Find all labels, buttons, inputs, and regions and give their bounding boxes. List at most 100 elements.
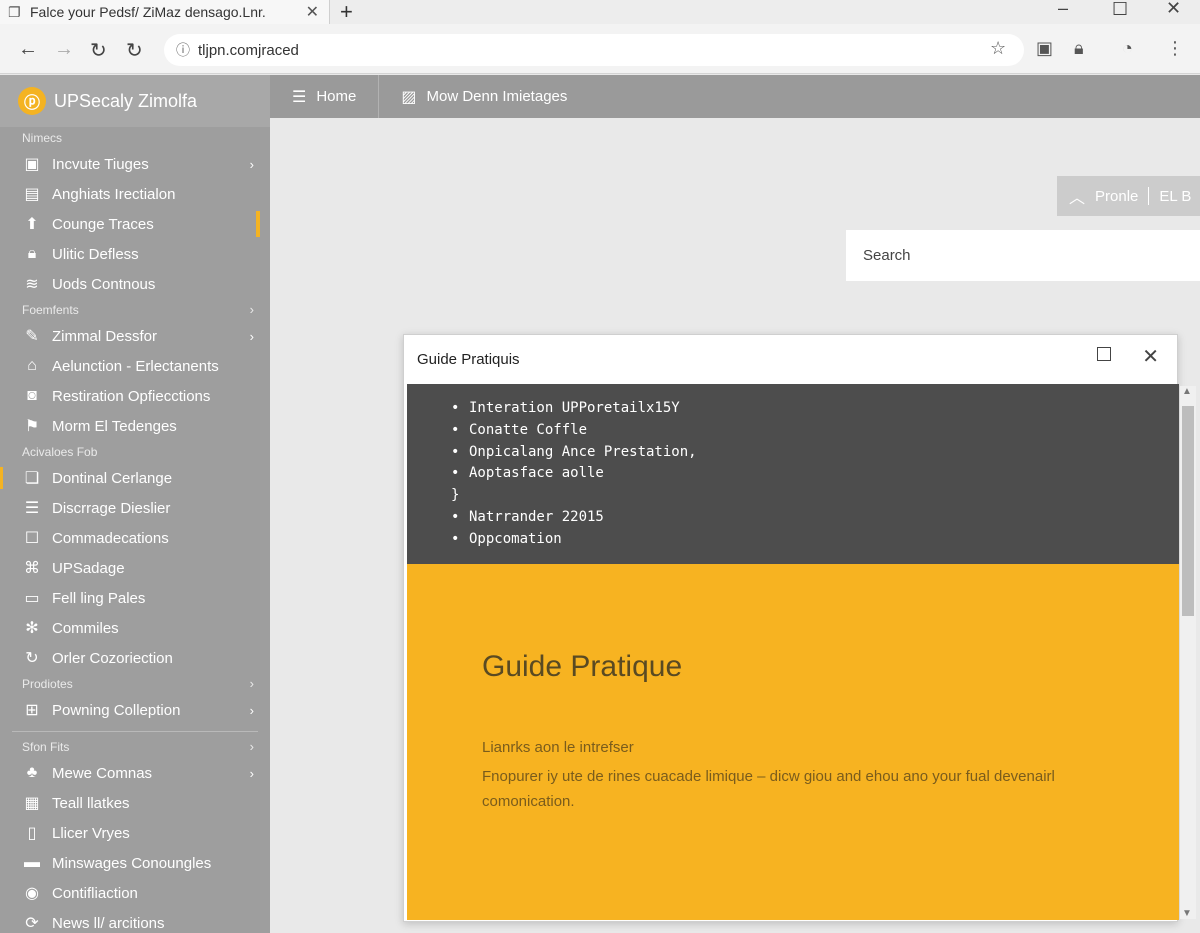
tab-title: Falce your Pedsf/ ZiMaz densago.Lnr.: [30, 4, 266, 20]
code-bullet: •: [451, 443, 460, 460]
site-info-icon[interactable]: ⓘ: [176, 40, 190, 60]
code-line: • Onpicalang Ance Prestation,: [451, 442, 1179, 464]
url-text: tljpn.comjraced: [198, 41, 299, 59]
forward-icon[interactable]: →: [54, 38, 74, 61]
code-bullet: }: [451, 487, 460, 504]
address-bar[interactable]: ⓘ tljpn.comjraced: [164, 34, 1024, 66]
chevron-right-icon: ›: [249, 302, 254, 317]
sidebar-item-label: Dontinal Cerlange: [52, 469, 173, 487]
divider: [1148, 187, 1150, 205]
sidebar-item[interactable]: ⊞ Powning Colleption ›: [0, 695, 270, 725]
layers-icon: ☰: [24, 500, 40, 517]
chevron-right-icon: ›: [249, 328, 254, 344]
sidebar-section-heading: Nimecs: [0, 127, 270, 149]
sidebar-item[interactable]: ☰ Discrrage Dieslier: [0, 493, 270, 523]
close-window-icon[interactable]: ✕: [1166, 0, 1181, 19]
nav-images[interactable]: ▨ Mow Denn Imietages: [379, 75, 589, 118]
maximize-icon[interactable]: [1097, 347, 1111, 361]
refresh-icon: ⟳: [25, 915, 39, 932]
monitor-icon: ▬: [24, 854, 40, 871]
sidebar-item[interactable]: ▭ Fell ling Pales: [0, 583, 270, 613]
profile-pill[interactable]: ︿ Pronle EL B: [1057, 176, 1200, 216]
chevron-right-icon: ›: [249, 739, 254, 754]
sidebar-section-heading[interactable]: Sfon Fits ›: [0, 736, 270, 758]
code-bullet: •: [451, 465, 460, 482]
sidebar-item[interactable]: ⚑ Morm El Tedenges: [0, 411, 270, 441]
sidebar-nav: Nimecs ▣ Incvute Tiuges › ▤ Anghiats Irectial…: [0, 127, 270, 933]
clipboard-icon: ❏: [24, 470, 40, 487]
page-icon: ▯: [27, 825, 37, 842]
sidebar-item[interactable]: 🔒︎ Ulitic Defless: [0, 239, 270, 269]
profile-label: Pronle: [1095, 187, 1139, 205]
profile-icon[interactable]: ◔: [1122, 38, 1133, 59]
globe-icon: ◉: [25, 885, 39, 902]
sidebar-item[interactable]: ✻ Commiles: [0, 613, 270, 643]
sidebar-item[interactable]: ▤ Anghiats Irectialon: [0, 179, 270, 209]
sidebar-section-heading[interactable]: Foemfents ›: [0, 299, 270, 321]
sidebar-item-label: Contifliaction: [52, 884, 138, 902]
bookmark-star-icon[interactable]: ☆: [990, 38, 1006, 59]
sidebar-item[interactable]: ♣ Mewe Comnas ›: [0, 758, 270, 788]
sidebar-item[interactable]: ✎ Zimmal Dessfor ›: [0, 321, 270, 351]
cycle-icon: ↻: [25, 650, 39, 667]
hero-banner: Guide Pratique Lianrks aon le intrefser …: [407, 564, 1179, 920]
code-text: Conatte Coffle: [469, 421, 588, 438]
close-tab-icon[interactable]: ✕: [306, 2, 319, 22]
sidebar-item[interactable]: ◙ Restiration Opfiecctions: [0, 381, 270, 411]
sidebar-item[interactable]: ≋ Uods Contnous: [0, 269, 270, 299]
code-block: • Interation UPPoretailx15Y • Conatte Coffl…: [407, 384, 1179, 564]
code-text: Onpicalang Ance Prestation,: [469, 443, 697, 460]
sidebar-section-heading[interactable]: Prodiotes ›: [0, 673, 270, 695]
flag-icon: ⚑: [24, 418, 40, 435]
back-icon[interactable]: ←: [18, 38, 38, 61]
chevron-right-icon: ›: [249, 676, 254, 691]
browser-tab[interactable]: ❐ Falce your Pedsf/ ZiMaz densago.Lnr. ✕: [0, 0, 330, 24]
sidebar-item-label: Counge Traces: [52, 215, 154, 233]
sidebar-item[interactable]: ❏ Dontinal Cerlange: [0, 463, 270, 493]
sidebar-item[interactable]: ↻ Orler Cozoriection: [0, 643, 270, 673]
sidebar-item[interactable]: ⟳ News ll/ arcitions: [0, 908, 270, 933]
sidebar-item[interactable]: ▣ Incvute Tiuges ›: [0, 149, 270, 179]
users-icon: ◙: [27, 387, 37, 404]
sidebar-item-label: News ll/ arcitions: [52, 914, 165, 932]
maximize-icon[interactable]: ☐: [1112, 0, 1128, 20]
sidebar-item-label: Aelunction - Erlectanents: [52, 357, 219, 375]
search-placeholder: Search: [863, 247, 911, 264]
browser-toolbar: ← → ↻ ↻ ⓘ tljpn.comjraced ☆ ▣ 🔒︎ ◔ ⋮: [0, 24, 1200, 74]
close-icon[interactable]: ✕: [1142, 344, 1159, 369]
code-line: }: [451, 485, 1179, 507]
sidebar-section-label: Nimecs: [22, 131, 63, 145]
code-bullet: •: [451, 530, 460, 547]
sidebar-section-label: Prodiotes: [22, 677, 73, 691]
search-input[interactable]: Search: [846, 230, 1200, 281]
sidebar-item[interactable]: ⬆ Counge Traces: [0, 209, 270, 239]
nav-images-label: Mow Denn Imietages: [426, 88, 568, 105]
square-icon: ☐: [24, 530, 40, 547]
network-icon: ⊞: [25, 702, 39, 719]
new-tab-icon[interactable]: +: [340, 0, 353, 25]
hero-title: Guide Pratique: [482, 650, 683, 683]
extension-icon[interactable]: ▣: [1036, 38, 1053, 59]
minimize-icon[interactable]: –: [1058, 0, 1068, 19]
sidebar-item[interactable]: ⌘ UPSadage: [0, 553, 270, 583]
sidebar-item[interactable]: ◉ Contifliaction: [0, 878, 270, 908]
reload-alt-icon[interactable]: ↻: [126, 38, 143, 63]
reload-icon[interactable]: ↻: [90, 38, 107, 63]
code-line: • Interation UPPoretailx15Y: [451, 398, 1179, 420]
sidebar-item[interactable]: ☐ Commadecations: [0, 523, 270, 553]
scrollbar[interactable]: ▲ ▼: [1180, 386, 1196, 919]
scrollbar-thumb[interactable]: [1182, 406, 1194, 616]
sidebar-header[interactable]: ⓟ UPSecaly Zimolfa: [0, 75, 270, 127]
sidebar-item[interactable]: ▦ Teall llatkes: [0, 788, 270, 818]
lock-icon[interactable]: 🔒︎: [1074, 38, 1084, 59]
nav-home[interactable]: ☰ Home: [270, 75, 378, 118]
scroll-down-icon[interactable]: ▼: [1182, 908, 1192, 919]
scroll-up-icon[interactable]: ▲: [1182, 386, 1192, 397]
code-line: • Conatte Coffle: [451, 420, 1179, 442]
sidebar-item[interactable]: ⌂ Aelunction - Erlectanents: [0, 351, 270, 381]
code-text: Oppcomation: [469, 530, 562, 547]
puzzle-icon: ✻: [25, 620, 39, 637]
more-menu-icon[interactable]: ⋮: [1166, 38, 1184, 59]
sidebar-item[interactable]: ▬ Minswages Conoungles: [0, 848, 270, 878]
sidebar-item[interactable]: ▯ Llicer Vryes: [0, 818, 270, 848]
